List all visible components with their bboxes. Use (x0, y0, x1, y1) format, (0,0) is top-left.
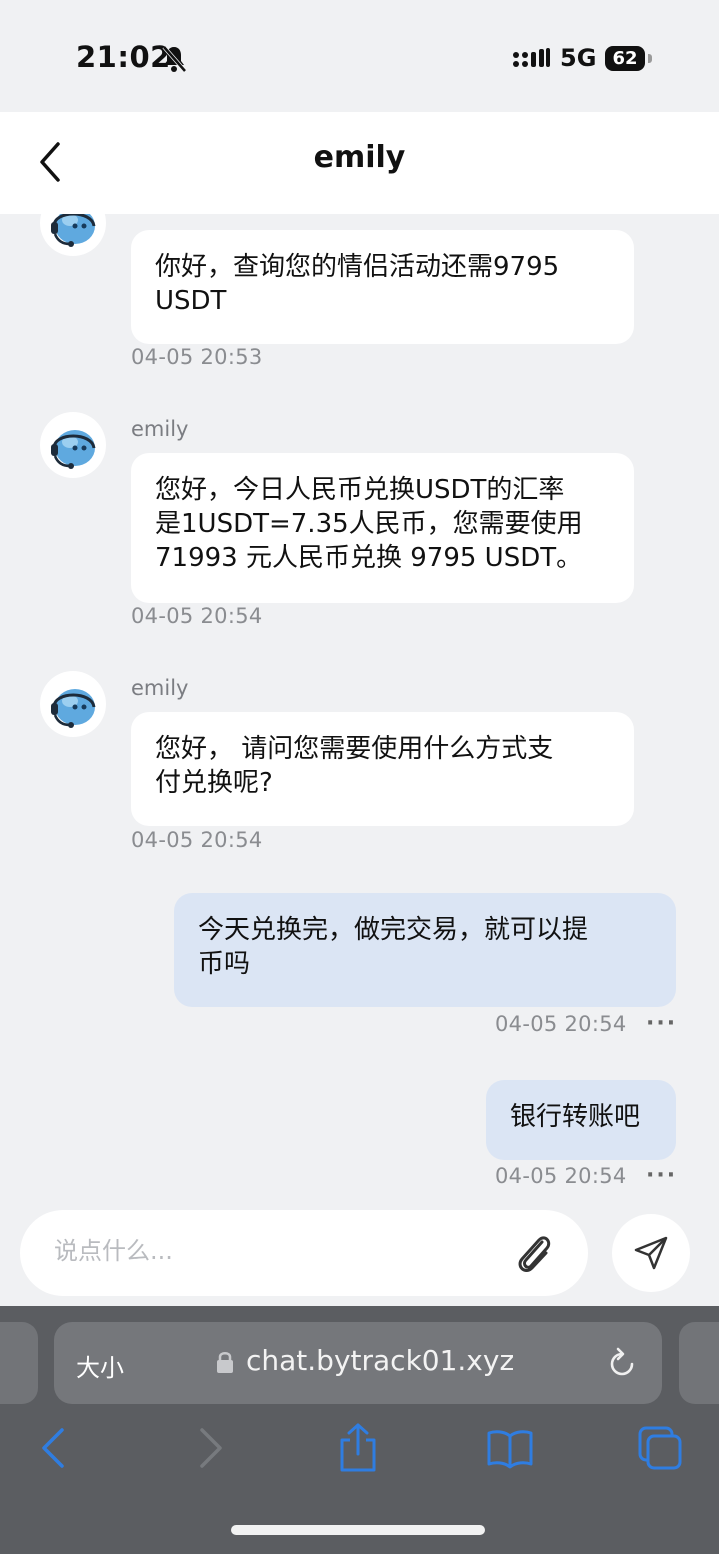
battery-level: 62 (605, 46, 645, 71)
forward-nav-icon[interactable] (184, 1422, 232, 1474)
home-indicator (231, 1525, 485, 1535)
message-text: 您好，今日人民币兑换USDT的汇率 (155, 475, 565, 505)
message-text: USDT (155, 286, 227, 316)
next-tab-preview[interactable] (679, 1322, 719, 1404)
message-bubble: 您好，今日人民币兑换USDT的汇率 是1USDT=7.35人民币，您需要使用 7… (131, 453, 634, 603)
battery-cap (648, 54, 652, 63)
share-icon[interactable] (334, 1422, 382, 1474)
signal-icon (513, 48, 550, 67)
more-options-button[interactable]: ··· (646, 1163, 677, 1188)
send-button[interactable] (612, 1214, 690, 1292)
message-text: 是1USDT=7.35人民币，您需要使用 (155, 509, 583, 539)
network-type: 5G (560, 44, 597, 72)
message-text: 付兑换呢? (155, 768, 273, 798)
send-icon (634, 1236, 668, 1270)
back-nav-icon[interactable] (32, 1422, 80, 1474)
sender-name: emily (131, 676, 189, 700)
avatar[interactable] (40, 214, 106, 256)
avatar[interactable] (40, 412, 106, 478)
more-options-button[interactable]: ··· (646, 1011, 677, 1036)
bookmarks-icon[interactable] (486, 1422, 534, 1474)
support-agent-icon (51, 214, 96, 247)
message-time: 04-05 20:54 (131, 828, 263, 852)
message-time: 04-05 20:54 (495, 1164, 627, 1188)
message-time: 04-05 20:54 (131, 604, 263, 628)
status-time: 21:02 (76, 40, 171, 74)
previous-tab-preview[interactable] (0, 1322, 38, 1404)
message-input[interactable] (52, 1236, 476, 1266)
avatar[interactable] (40, 671, 106, 737)
message-text: 71993 元人民币兑换 9795 USDT。 (155, 543, 583, 573)
message-text: 银行转账吧 (510, 1102, 641, 1132)
message-text: 币吗 (198, 949, 251, 979)
message-text: 您好， 请问您需要使用什么方式支 (155, 734, 554, 764)
support-agent-icon (51, 689, 96, 728)
text-size-button[interactable]: 大小 (76, 1348, 124, 1383)
message-list[interactable]: 你好，查询您的情侣活动还需9795 USDT 04-05 20:53 emily… (0, 214, 719, 1214)
message-composer (20, 1210, 588, 1296)
tabs-icon[interactable] (636, 1422, 684, 1474)
url-text[interactable]: chat.bytrack01.xyz (246, 1344, 514, 1377)
message-time: 04-05 20:53 (131, 345, 263, 369)
message-text: 今天兑换完，做完交易，就可以提 (198, 915, 589, 945)
message-bubble: 你好，查询您的情侣活动还需9795 USDT (131, 230, 634, 344)
message-bubble: 您好， 请问您需要使用什么方式支 付兑换呢? (131, 712, 634, 826)
lock-icon (217, 1352, 233, 1373)
bell-muted-icon (162, 45, 187, 73)
reload-icon[interactable] (606, 1344, 640, 1382)
message-bubble-outgoing: 银行转账吧 (486, 1080, 676, 1160)
chat-title: emily (313, 140, 406, 175)
message-text: 你好，查询您的情侣活动还需9795 (155, 252, 560, 282)
message-bubble-outgoing: 今天兑换完，做完交易，就可以提 币吗 (174, 893, 676, 1007)
sender-name: emily (131, 417, 189, 441)
paperclip-icon[interactable] (512, 1228, 556, 1276)
support-agent-icon (51, 430, 96, 469)
message-time: 04-05 20:54 (495, 1012, 627, 1036)
